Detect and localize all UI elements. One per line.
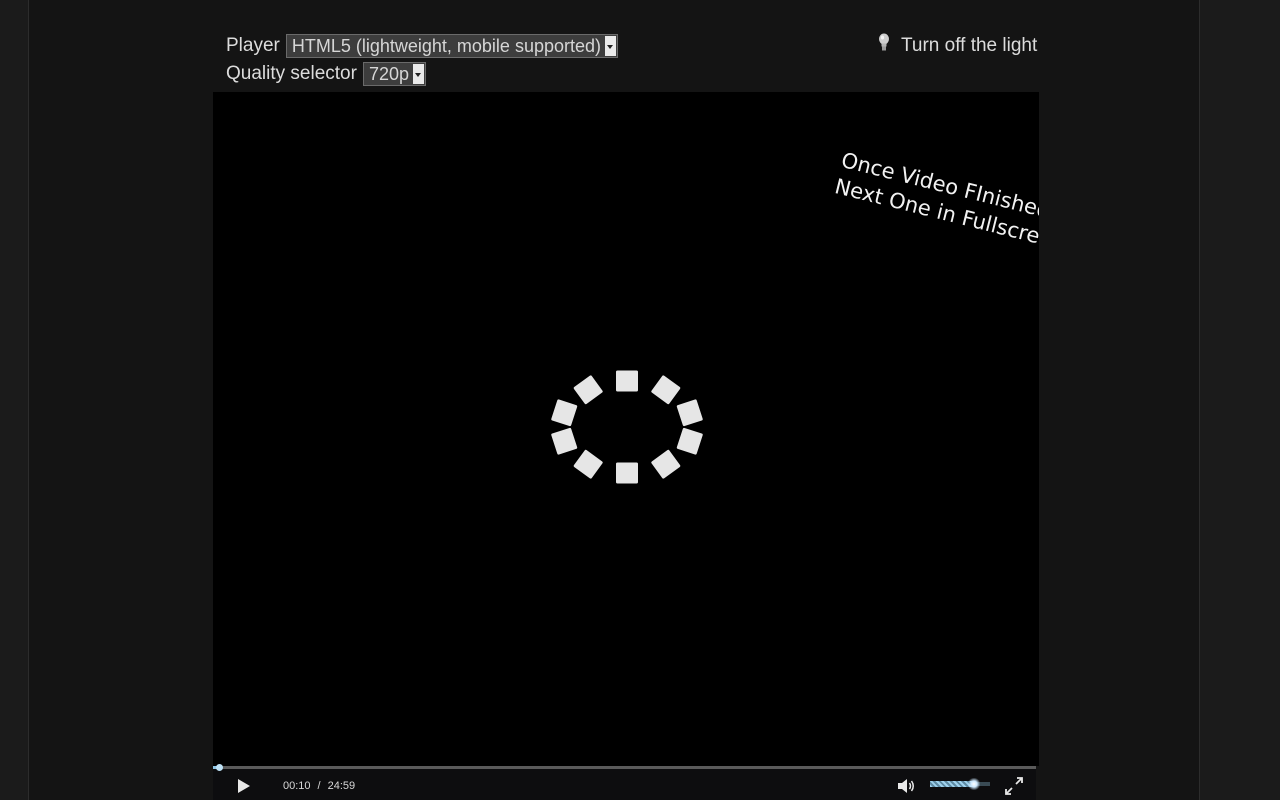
current-time: 00:10 xyxy=(283,780,311,792)
overlay-note: Once Video FInished Plays Next One in Fu… xyxy=(832,147,1039,266)
volume-handle[interactable] xyxy=(967,778,980,790)
progress-bar[interactable] xyxy=(213,764,1036,771)
speaker-icon[interactable] xyxy=(896,777,916,795)
video-area[interactable]: Once Video FInished Plays Next One in Fu… xyxy=(213,92,1039,766)
fullscreen-icon[interactable] xyxy=(1004,776,1024,796)
dropdown-arrow-icon xyxy=(605,36,616,56)
time-readout: 00:10 / 24:59 xyxy=(283,779,355,793)
dropdown-arrow-icon xyxy=(413,64,424,84)
quality-label: Quality selector xyxy=(226,63,357,84)
progress-handle[interactable] xyxy=(215,764,223,771)
volume-slider[interactable] xyxy=(930,778,990,790)
duration: 24:59 xyxy=(327,780,356,792)
player-select[interactable]: HTML5 (lightweight, mobile supported) xyxy=(285,34,618,58)
quality-row: Quality selector 720p xyxy=(226,61,426,87)
quality-select[interactable]: 720p xyxy=(362,62,426,86)
turn-off-light-label: Turn off the light xyxy=(901,35,1038,56)
quality-select-value: 720p xyxy=(368,63,409,84)
player-row: Player HTML5 (lightweight, mobile suppor… xyxy=(226,33,618,59)
loading-spinner-icon xyxy=(551,370,703,484)
turn-off-light-link[interactable]: Turn off the light xyxy=(877,33,1037,59)
time-separator: / xyxy=(317,780,321,792)
play-icon[interactable] xyxy=(233,778,253,794)
bulb-icon xyxy=(879,33,889,51)
player-select-value: HTML5 (lightweight, mobile supported) xyxy=(291,35,601,56)
player-label: Player xyxy=(226,35,280,56)
